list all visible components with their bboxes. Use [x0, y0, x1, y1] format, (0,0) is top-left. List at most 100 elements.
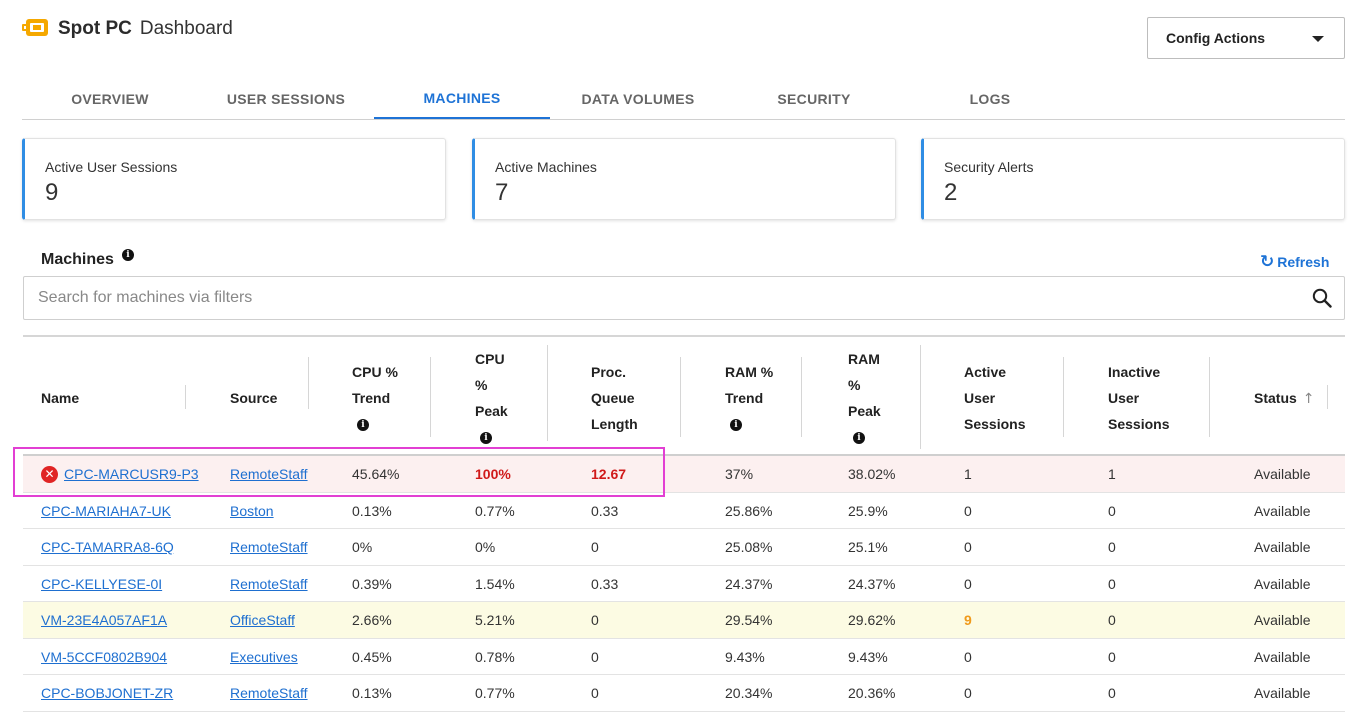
ram-peak-value: 25.9%	[848, 502, 888, 519]
caret-down-icon	[1312, 36, 1324, 42]
col-status[interactable]: Status ↑	[1254, 385, 1315, 412]
col-source[interactable]: Source	[230, 385, 277, 411]
tab-bar: OVERVIEW USER SESSIONS MACHINES DATA VOL…	[22, 78, 1345, 120]
tab-overview[interactable]: OVERVIEW	[22, 78, 198, 119]
active-sessions-value: 0	[964, 502, 972, 519]
search-icon[interactable]	[1312, 288, 1332, 308]
inactive-sessions-value: 0	[1108, 685, 1116, 701]
col-ram-peak-line1: RAM	[848, 351, 880, 367]
status-value: Available	[1254, 539, 1311, 555]
col-active-line1: Active	[964, 364, 1007, 380]
sort-ascending-icon[interactable]: ↑	[1303, 386, 1315, 412]
cpu-peak-value: 0.77%	[475, 685, 515, 701]
card-security-alerts: Security Alerts 2	[921, 138, 1345, 220]
refresh-icon: ↻	[1260, 252, 1275, 272]
col-ram-trend-line2: Trend	[725, 390, 764, 406]
machine-name-link[interactable]: CPC-BOBJONET-ZR	[41, 685, 173, 701]
col-name[interactable]: Name	[41, 385, 79, 411]
cpu-peak-value: 5.21%	[475, 612, 515, 628]
active-sessions-value: 9	[964, 612, 972, 628]
col-proc-queue-line1: Proc.	[591, 364, 627, 380]
ram-peak-value: 29.62%	[848, 612, 896, 628]
refresh-button[interactable]: ↻ Refresh	[1260, 252, 1329, 272]
col-ram-peak[interactable]: RAM % Peak i	[848, 346, 881, 450]
table-row: VM-23E4A057AF1A OfficeStaff 2.66% 5.21% …	[23, 602, 1345, 639]
table-row: ✕ CPC-MARCUSR9-P3 RemoteStaff 45.64% 100…	[23, 456, 1345, 493]
ram-trend-value: 20.34%	[725, 685, 773, 701]
config-actions-dropdown[interactable]: Config Actions	[1147, 17, 1345, 59]
tab-security[interactable]: SECURITY	[726, 78, 902, 119]
col-inactive-line1: Inactive	[1108, 364, 1161, 380]
source-link[interactable]: RemoteStaff	[230, 539, 308, 555]
col-proc-queue[interactable]: Proc. Queue Length	[591, 359, 638, 437]
cpu-trend-value: 2.66%	[352, 612, 392, 628]
table-header: Name Source CPU % Trend i CPU % Peak i P…	[23, 337, 1345, 456]
ram-trend-value: 29.54%	[725, 612, 773, 628]
cpu-trend-value: 0.13%	[352, 502, 392, 519]
table-row: CPC-MARIAHA7-UK Boston 0.13% 0.77% 0.33 …	[23, 493, 1345, 529]
col-cpu-peak[interactable]: CPU % Peak i	[475, 346, 508, 450]
search-bar	[23, 276, 1345, 320]
col-ram-trend-line1: RAM %	[725, 364, 774, 380]
status-value: Available	[1254, 575, 1311, 592]
proc-queue-value: 0.33	[591, 575, 619, 592]
machine-name-link[interactable]: VM-5CCF0802B904	[41, 649, 167, 665]
info-icon[interactable]: i	[122, 249, 134, 261]
machine-name-link[interactable]: VM-23E4A057AF1A	[41, 612, 167, 628]
ram-trend-value: 25.08%	[725, 539, 773, 555]
ram-peak-value: 9.43%	[848, 648, 888, 665]
cpu-peak-value: 1.54%	[475, 575, 515, 592]
info-icon[interactable]: i	[480, 432, 492, 445]
source-link[interactable]: RemoteStaff	[230, 685, 308, 701]
cpu-peak-value: 100%	[475, 466, 511, 482]
status-value: Available	[1254, 612, 1311, 628]
col-ram-peak-line2: %	[848, 377, 861, 393]
cpu-peak-value: 0.78%	[475, 648, 515, 665]
proc-queue-value: 12.67	[591, 466, 627, 482]
config-actions-label: Config Actions	[1166, 30, 1266, 46]
machines-table: Name Source CPU % Trend i CPU % Peak i P…	[23, 335, 1345, 712]
tab-data-volumes[interactable]: DATA VOLUMES	[550, 78, 726, 119]
source-link[interactable]: RemoteStaff	[230, 576, 308, 592]
machine-name-link[interactable]: CPC-MARIAHA7-UK	[41, 503, 171, 519]
card-value: 7	[495, 179, 509, 206]
inactive-sessions-value: 0	[1108, 612, 1116, 628]
col-cpu-trend[interactable]: CPU % Trend i	[352, 359, 398, 437]
search-input[interactable]	[24, 277, 1284, 319]
col-inactive-line2: User	[1108, 390, 1140, 406]
active-sessions-value: 0	[964, 685, 972, 701]
card-value: 2	[944, 179, 958, 206]
col-inactive-line3: Sessions	[1108, 416, 1170, 432]
inactive-sessions-value: 1	[1108, 466, 1116, 482]
machine-name-link[interactable]: CPC-TAMARRA8-6Q	[41, 539, 174, 555]
card-value: 9	[45, 179, 59, 206]
info-icon[interactable]: i	[357, 419, 369, 432]
info-icon[interactable]: i	[730, 419, 742, 432]
tab-logs[interactable]: LOGS	[902, 78, 1078, 119]
proc-queue-value: 0	[591, 648, 599, 665]
ram-trend-value: 37%	[725, 466, 754, 482]
machine-name-link[interactable]: CPC-KELLYESE-0I	[41, 576, 162, 592]
inactive-sessions-value: 0	[1108, 539, 1116, 555]
source-link[interactable]: Boston	[230, 503, 274, 519]
col-active-sessions[interactable]: Active User Sessions	[964, 359, 1025, 437]
info-icon[interactable]: i	[853, 432, 865, 445]
card-active-machines: Active Machines 7	[472, 138, 896, 220]
cpu-trend-value: 0.13%	[352, 685, 392, 701]
tab-user-sessions[interactable]: USER SESSIONS	[198, 78, 374, 119]
col-active-line3: Sessions	[964, 416, 1026, 432]
tab-machines[interactable]: MACHINES	[374, 78, 550, 119]
card-label: Active Machines	[495, 159, 597, 175]
col-cpu-trend-line2: Trend	[352, 390, 391, 406]
machines-title: Machines	[41, 251, 114, 268]
source-link[interactable]: OfficeStaff	[230, 612, 295, 628]
col-ram-trend[interactable]: RAM % Trend i	[725, 359, 773, 437]
inactive-sessions-value: 0	[1108, 502, 1116, 519]
active-sessions-value: 1	[964, 466, 972, 482]
machine-name-link[interactable]: CPC-MARCUSR9-P3	[64, 466, 199, 482]
col-inactive-sessions[interactable]: Inactive User Sessions	[1108, 359, 1169, 437]
source-link[interactable]: Executives	[230, 649, 298, 665]
source-link[interactable]: RemoteStaff	[230, 466, 308, 482]
active-sessions-value: 0	[964, 539, 972, 555]
col-status-label: Status	[1254, 390, 1297, 406]
